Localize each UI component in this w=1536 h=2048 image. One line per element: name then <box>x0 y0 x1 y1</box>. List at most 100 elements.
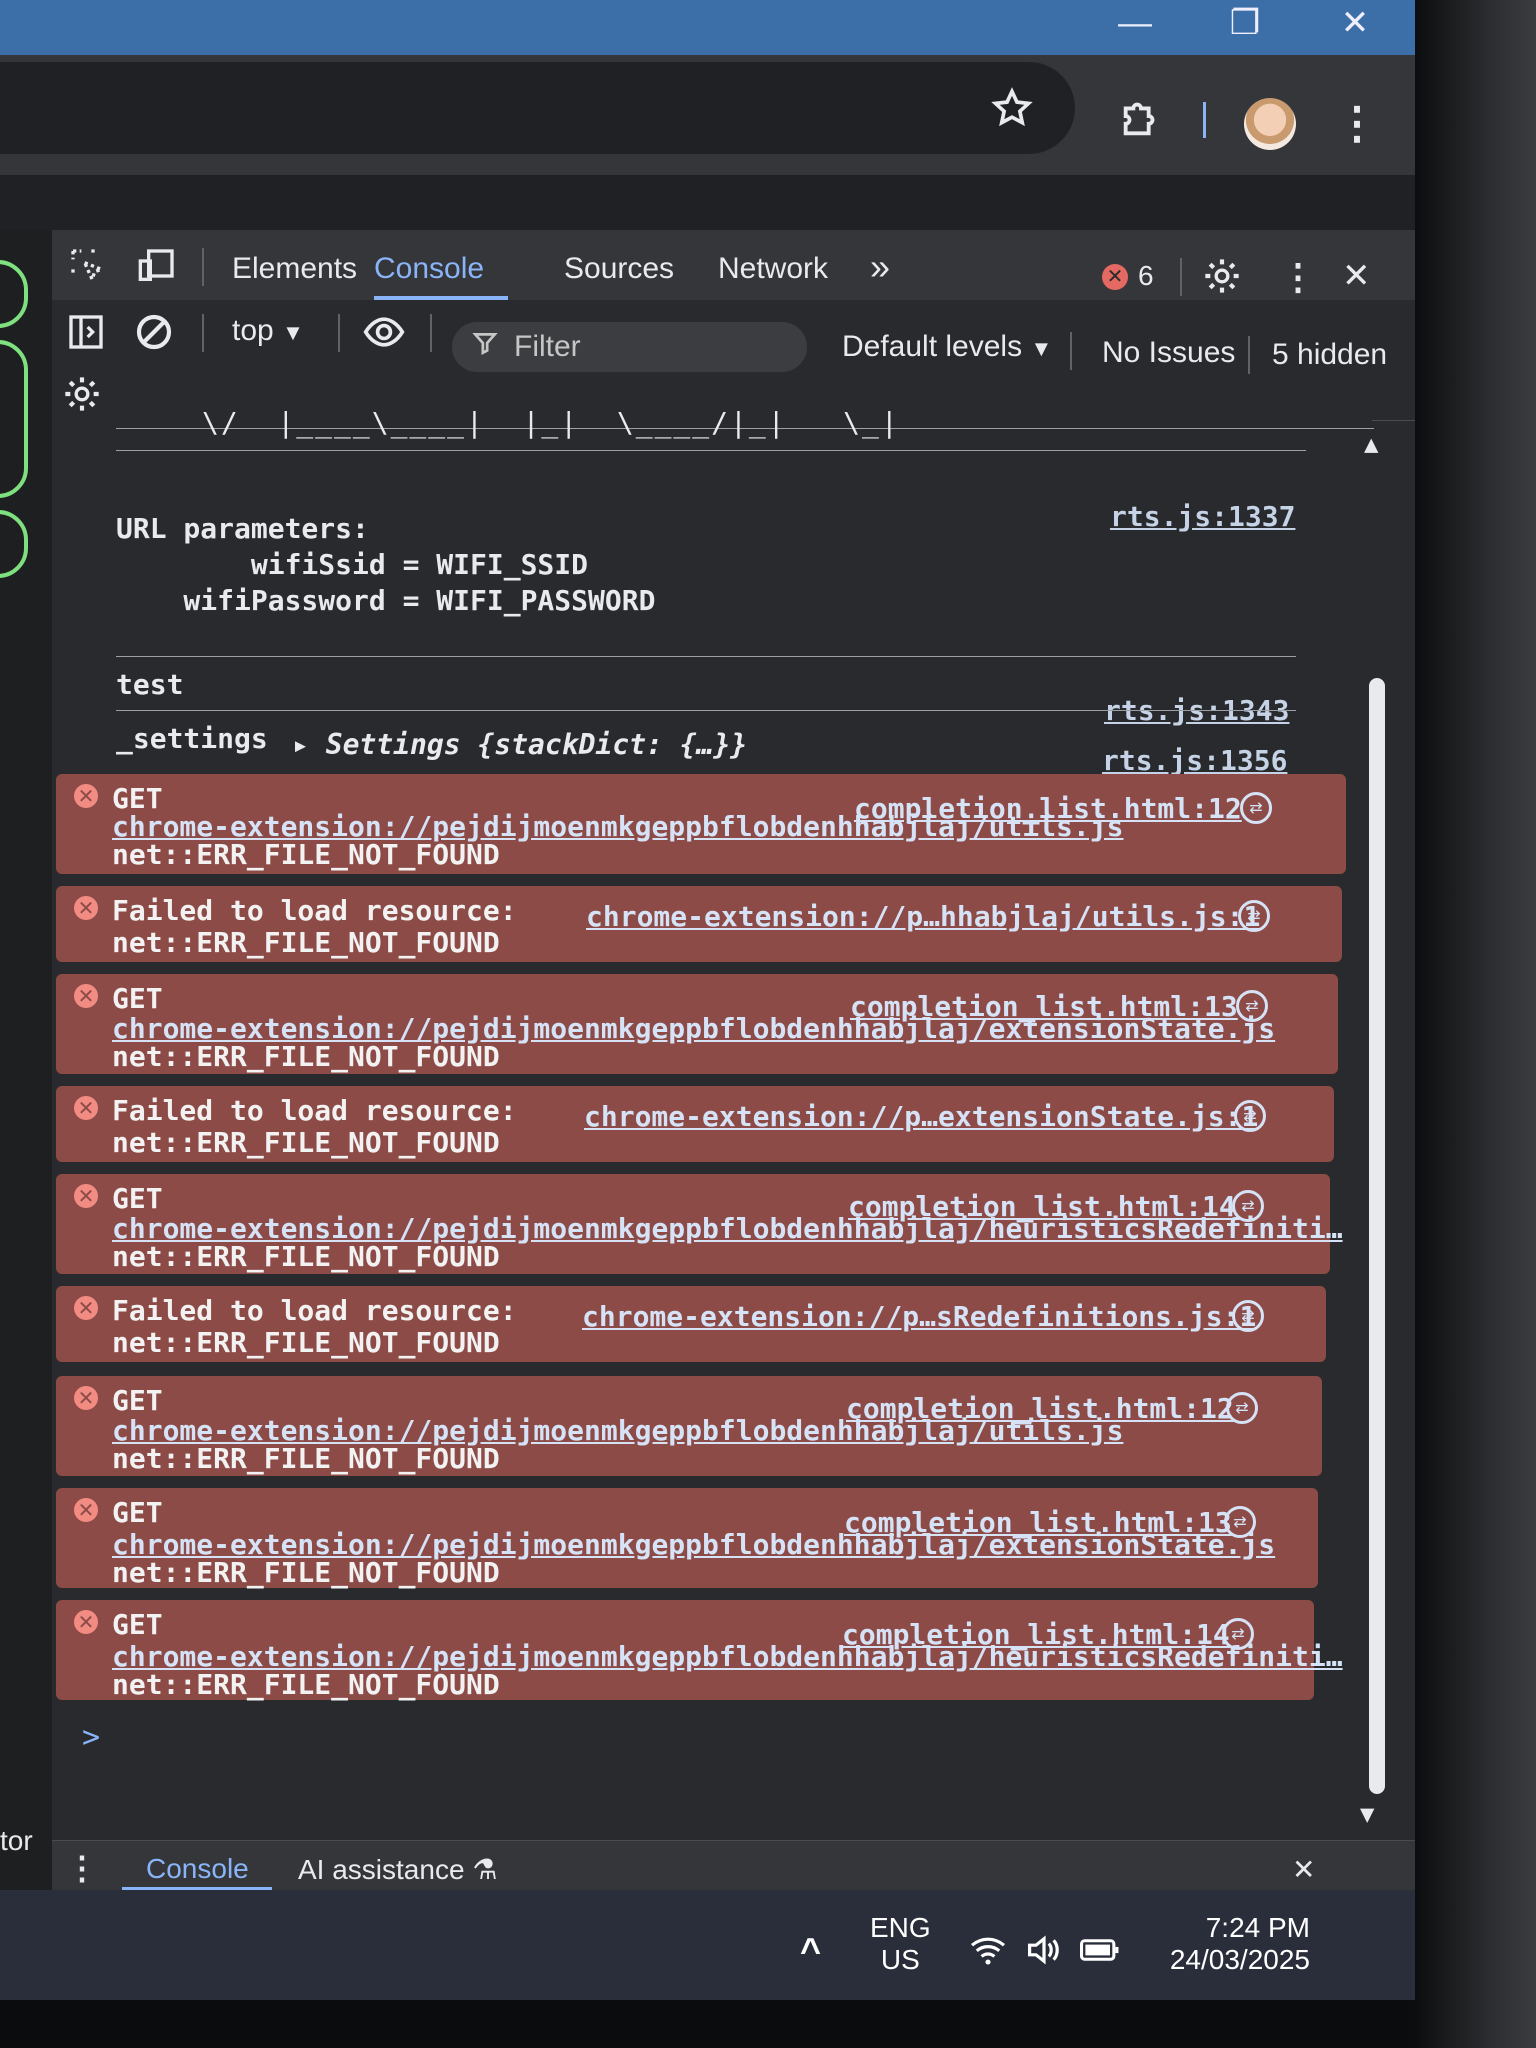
keyboard-region: US <box>880 1944 920 1975</box>
flask-icon: ⚗ <box>472 1854 498 1885</box>
drawer-menu-icon[interactable]: ⋮ <box>66 1849 98 1887</box>
error-detail: net::ERR_FILE_NOT_FOUND <box>112 926 500 959</box>
clock-time: 7:24 PM <box>1205 1912 1310 1943</box>
minimize-button[interactable]: — <box>1085 0 1185 55</box>
log-levels-dropdown[interactable]: Default levels ▼ <box>842 330 1052 364</box>
settings-gear-icon[interactable] <box>1202 256 1242 305</box>
log-divider <box>116 656 1296 657</box>
console-settings-gear-icon[interactable] <box>62 374 102 423</box>
error-detail: net::ERR_FILE_NOT_FOUND <box>112 838 500 871</box>
clear-console-icon[interactable] <box>134 312 174 361</box>
error-type: GET <box>112 982 163 1015</box>
toolbar-separator <box>1070 332 1072 370</box>
address-bar[interactable] <box>0 62 1075 154</box>
hidden-messages-count[interactable]: 5 hidden <box>1272 338 1387 372</box>
error-icon: ✕ <box>74 984 98 1008</box>
network-request-icon[interactable]: ⇄ <box>1234 1100 1266 1132</box>
error-type: GET <box>112 1182 163 1215</box>
error-icon: ✕ <box>74 1184 98 1208</box>
error-icon: ✕ <box>74 1498 98 1522</box>
tab-sources[interactable]: Sources <box>564 252 674 286</box>
toolbar-divider <box>1203 102 1206 138</box>
close-drawer-button[interactable]: ✕ <box>1292 1853 1315 1886</box>
error-detail: net::ERR_FILE_NOT_FOUND <box>112 1040 500 1073</box>
error-row[interactable]: ✕ Failed to load resource: chrome-extens… <box>56 1286 1326 1362</box>
drawer-tab-ai-assistance[interactable]: AI assistance ⚗ <box>298 1853 497 1886</box>
clock[interactable]: 7:24 PM 24/03/2025 <box>1150 1912 1310 1976</box>
error-source-link[interactable]: chrome-extension://p…extensionState.js:1 <box>584 1100 1258 1133</box>
restore-button[interactable]: ❐ <box>1195 0 1295 55</box>
error-count-icon[interactable]: ✕ <box>1102 264 1128 290</box>
error-source-link[interactable]: chrome-extension://p…sRedefinitions.js:1 <box>582 1300 1256 1333</box>
more-tabs-icon[interactable]: » <box>870 246 890 288</box>
log-levels-label: Default levels <box>842 330 1023 363</box>
error-row[interactable]: ✕ GET completion_list.html:12 ⇄ chrome-e… <box>56 774 1346 874</box>
devtools-panel: Elements Console Sources Network » ✕ 6 ⋮… <box>52 230 1415 1891</box>
error-count[interactable]: 6 <box>1138 260 1154 292</box>
console-prompt[interactable]: > <box>82 1720 100 1755</box>
tab-console[interactable]: Console <box>374 252 484 286</box>
error-row[interactable]: ✕ GET completion_list.html:12 ⇄ chrome-e… <box>56 1376 1322 1476</box>
drawer-tab-console[interactable]: Console <box>146 1853 249 1885</box>
windows-taskbar: ^ ENG US 7:24 PM 24/03/2025 <box>0 1890 1415 2000</box>
error-detail: net::ERR_FILE_NOT_FOUND <box>112 1556 500 1589</box>
screen: — ❐ ✕ ⋮ tor Elements Console Sources Net… <box>0 0 1415 2000</box>
language-indicator[interactable]: ENG US <box>870 1912 931 1976</box>
page-text-fragment: tor <box>0 1825 33 1856</box>
clock-date: 24/03/2025 <box>1169 1944 1310 1975</box>
page-content-edge: tor <box>0 230 52 1890</box>
error-icon: ✕ <box>74 784 98 808</box>
error-source-link[interactable]: chrome-extension://p…hhabjlaj/utils.js:1 <box>586 900 1260 933</box>
source-link[interactable]: rts.js:1356 <box>1102 744 1287 777</box>
network-request-icon[interactable]: ⇄ <box>1226 1392 1258 1424</box>
error-row[interactable]: ✕ Failed to load resource: chrome-extens… <box>56 886 1342 962</box>
wifi-icon[interactable] <box>968 1934 1008 1973</box>
filter-funnel-icon <box>472 330 498 363</box>
error-icon: ✕ <box>74 896 98 920</box>
close-devtools-button[interactable]: ✕ <box>1342 256 1371 296</box>
volume-icon[interactable] <box>1024 1934 1064 1973</box>
sidebar-toggle-icon[interactable] <box>66 312 106 361</box>
toolbar-separator <box>1248 336 1250 374</box>
profile-avatar[interactable] <box>1244 98 1296 150</box>
source-link[interactable]: rts.js:1337 <box>1110 500 1295 533</box>
tab-elements[interactable]: Elements <box>232 252 357 286</box>
error-row[interactable]: ✕ Failed to load resource: chrome-extens… <box>56 1086 1334 1162</box>
network-request-icon[interactable]: ⇄ <box>1238 900 1270 932</box>
console-output[interactable]: \/ |____\____| |_| \____/|_| \_| URL par… <box>52 406 1385 1840</box>
page-ring-shape <box>0 260 28 328</box>
close-window-button[interactable]: ✕ <box>1305 0 1405 55</box>
puzzle-icon[interactable] <box>1118 95 1164 151</box>
error-icon: ✕ <box>74 1096 98 1120</box>
scrollbar-thumb[interactable] <box>1369 678 1385 1794</box>
error-row[interactable]: ✕ GET completion_list.html:13 ⇄ chrome-e… <box>56 974 1338 1074</box>
network-request-icon[interactable]: ⇄ <box>1240 792 1272 824</box>
error-type: GET <box>112 1496 163 1529</box>
filter-placeholder: Filter <box>514 330 581 363</box>
issues-counter[interactable]: No Issues <box>1102 336 1235 370</box>
scroll-up-arrow-icon[interactable]: ▲ <box>1364 430 1378 458</box>
error-row[interactable]: ✕ GET completion_list.html:14 ⇄ chrome-e… <box>56 1174 1343 1274</box>
toolbar-separator <box>202 314 204 352</box>
context-selector[interactable]: top ▼ <box>232 314 304 348</box>
error-row[interactable]: ✕ GET completion_list.html:14 ⇄ chrome-e… <box>56 1600 1343 1701</box>
filter-input[interactable] <box>452 322 807 372</box>
devtools-menu-icon[interactable]: ⋮ <box>1280 256 1316 298</box>
show-hidden-icons-chevron-icon[interactable]: ^ <box>800 1930 821 1972</box>
ai-assistance-label: AI assistance <box>298 1854 465 1885</box>
error-detail: net::ERR_FILE_NOT_FOUND <box>112 1668 500 1701</box>
log-divider <box>116 450 1306 451</box>
tab-network[interactable]: Network <box>718 252 828 286</box>
settings-object-expander[interactable]: ▸ Settings {stackDict: {…}} <box>292 728 747 761</box>
live-expression-eye-icon[interactable] <box>360 310 408 363</box>
devtools-drawer: ⋮ Console AI assistance ⚗ ✕ <box>52 1840 1415 1891</box>
browser-menu-icon[interactable]: ⋮ <box>1335 98 1379 149</box>
inspect-element-icon[interactable] <box>68 246 108 295</box>
star-icon[interactable] <box>990 86 1034 140</box>
scroll-down-arrow-icon[interactable]: ▼ <box>1360 1800 1374 1828</box>
error-row[interactable]: ✕ GET completion_list.html:13 ⇄ chrome-e… <box>56 1488 1318 1589</box>
network-request-icon[interactable]: ⇄ <box>1232 1300 1264 1332</box>
battery-icon[interactable] <box>1080 1936 1120 1971</box>
device-toolbar-icon[interactable] <box>136 246 178 295</box>
error-detail: net::ERR_FILE_NOT_FOUND <box>112 1442 500 1475</box>
